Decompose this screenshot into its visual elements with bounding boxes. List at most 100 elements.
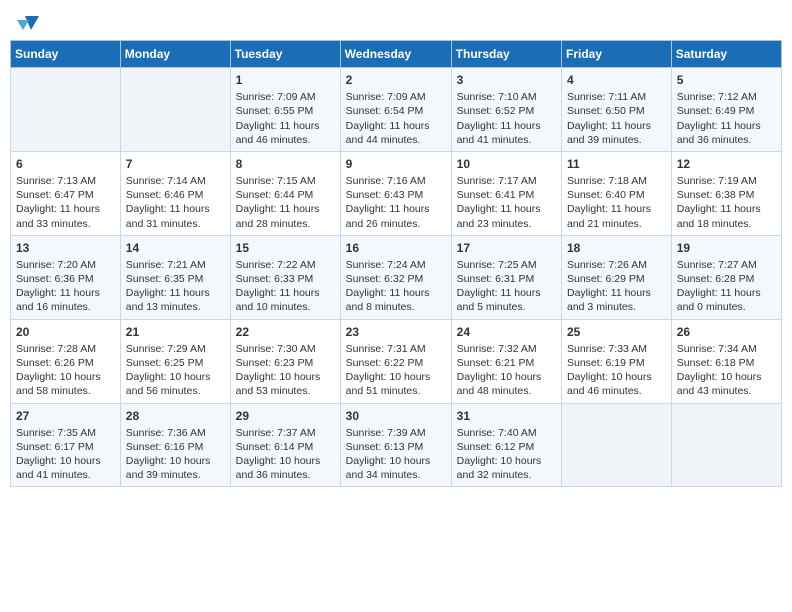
day-info: Sunrise: 7:27 AM Sunset: 6:28 PM Dayligh…	[677, 258, 776, 315]
day-number: 17	[457, 240, 556, 256]
calendar-header: SundayMondayTuesdayWednesdayThursdayFrid…	[11, 41, 782, 68]
calendar-cell: 11 Sunrise: 7:18 AM Sunset: 6:40 PM Dayli…	[562, 151, 672, 235]
calendar-cell: 2 Sunrise: 7:09 AM Sunset: 6:54 PM Daylig…	[340, 68, 451, 152]
day-number: 26	[677, 324, 776, 340]
calendar-cell: 9Sunrise: 7:16 AM Sunset: 6:43 PM Daylig…	[340, 151, 451, 235]
day-number: 8	[236, 156, 335, 172]
calendar-cell: 24 Sunrise: 7:32 AM Sunset: 6:21 PM Dayli…	[451, 319, 561, 403]
day-info: Sunrise: 7:34 AM Sunset: 6:18 PM Dayligh…	[677, 342, 776, 399]
calendar-cell: 19Sunrise: 7:27 AM Sunset: 6:28 PM Dayli…	[671, 235, 781, 319]
day-number: 23	[346, 324, 446, 340]
day-info: Sunrise: 7:36 AM Sunset: 6:16 PM Dayligh…	[126, 426, 225, 483]
day-number: 29	[236, 408, 335, 424]
day-info: Sunrise: 7:25 AM Sunset: 6:31 PM Dayligh…	[457, 258, 556, 315]
day-info: Sunrise: 7:32 AM Sunset: 6:21 PM Dayligh…	[457, 342, 556, 399]
calendar-body: 1 Sunrise: 7:09 AM Sunset: 6:55 PM Daylig…	[11, 68, 782, 487]
day-number: 5	[677, 72, 776, 88]
logo-icon	[17, 14, 39, 32]
day-info: Sunrise: 7:31 AM Sunset: 6:22 PM Dayligh…	[346, 342, 446, 399]
day-number: 1	[236, 72, 335, 88]
day-info: Sunrise: 7:20 AM Sunset: 6:36 PM Dayligh…	[16, 258, 115, 315]
calendar-cell: 13Sunrise: 7:20 AM Sunset: 6:36 PM Dayli…	[11, 235, 121, 319]
weekday-header: Saturday	[671, 41, 781, 68]
calendar-week-row: 27 Sunrise: 7:35 AM Sunset: 6:17 PM Dayli…	[11, 403, 782, 487]
day-info: Sunrise: 7:17 AM Sunset: 6:41 PM Dayligh…	[457, 174, 556, 231]
calendar-cell: 20Sunrise: 7:28 AM Sunset: 6:26 PM Dayli…	[11, 319, 121, 403]
day-number: 16	[346, 240, 446, 256]
day-info: Sunrise: 7:09 AM Sunset: 6:55 PM Dayligh…	[236, 90, 335, 147]
day-info: Sunrise: 7:37 AM Sunset: 6:14 PM Dayligh…	[236, 426, 335, 483]
day-info: Sunrise: 7:39 AM Sunset: 6:13 PM Dayligh…	[346, 426, 446, 483]
calendar-cell: 27 Sunrise: 7:35 AM Sunset: 6:17 PM Dayli…	[11, 403, 121, 487]
calendar-cell: 5 Sunrise: 7:12 AM Sunset: 6:49 PM Daylig…	[671, 68, 781, 152]
weekday-row: SundayMondayTuesdayWednesdayThursdayFrid…	[11, 41, 782, 68]
calendar-cell: 30Sunrise: 7:39 AM Sunset: 6:13 PM Dayli…	[340, 403, 451, 487]
calendar-cell: 31 Sunrise: 7:40 AM Sunset: 6:12 PM Dayli…	[451, 403, 561, 487]
day-number: 6	[16, 156, 115, 172]
day-info: Sunrise: 7:35 AM Sunset: 6:17 PM Dayligh…	[16, 426, 115, 483]
calendar-cell: 25 Sunrise: 7:33 AM Sunset: 6:19 PM Dayli…	[562, 319, 672, 403]
day-info: Sunrise: 7:09 AM Sunset: 6:54 PM Dayligh…	[346, 90, 446, 147]
calendar-cell: 10 Sunrise: 7:17 AM Sunset: 6:41 PM Dayli…	[451, 151, 561, 235]
page-header	[10, 10, 782, 32]
day-number: 12	[677, 156, 776, 172]
calendar-cell	[120, 68, 230, 152]
day-number: 10	[457, 156, 556, 172]
day-info: Sunrise: 7:11 AM Sunset: 6:50 PM Dayligh…	[567, 90, 666, 147]
calendar-table: SundayMondayTuesdayWednesdayThursdayFrid…	[10, 40, 782, 487]
day-number: 31	[457, 408, 556, 424]
weekday-header: Friday	[562, 41, 672, 68]
calendar-cell: 8 Sunrise: 7:15 AM Sunset: 6:44 PM Daylig…	[230, 151, 340, 235]
calendar-cell: 16 Sunrise: 7:24 AM Sunset: 6:32 PM Dayli…	[340, 235, 451, 319]
calendar-week-row: 6 Sunrise: 7:13 AM Sunset: 6:47 PM Daylig…	[11, 151, 782, 235]
day-number: 24	[457, 324, 556, 340]
calendar-cell: 12Sunrise: 7:19 AM Sunset: 6:38 PM Dayli…	[671, 151, 781, 235]
calendar-cell: 29 Sunrise: 7:37 AM Sunset: 6:14 PM Dayli…	[230, 403, 340, 487]
calendar-cell: 1 Sunrise: 7:09 AM Sunset: 6:55 PM Daylig…	[230, 68, 340, 152]
calendar-cell: 15 Sunrise: 7:22 AM Sunset: 6:33 PM Dayli…	[230, 235, 340, 319]
day-info: Sunrise: 7:21 AM Sunset: 6:35 PM Dayligh…	[126, 258, 225, 315]
calendar-cell: 18Sunrise: 7:26 AM Sunset: 6:29 PM Dayli…	[562, 235, 672, 319]
calendar-cell: 28 Sunrise: 7:36 AM Sunset: 6:16 PM Dayli…	[120, 403, 230, 487]
day-info: Sunrise: 7:13 AM Sunset: 6:47 PM Dayligh…	[16, 174, 115, 231]
calendar-cell: 23 Sunrise: 7:31 AM Sunset: 6:22 PM Dayli…	[340, 319, 451, 403]
day-number: 21	[126, 324, 225, 340]
day-number: 2	[346, 72, 446, 88]
calendar-cell: 14 Sunrise: 7:21 AM Sunset: 6:35 PM Dayli…	[120, 235, 230, 319]
day-number: 27	[16, 408, 115, 424]
day-info: Sunrise: 7:12 AM Sunset: 6:49 PM Dayligh…	[677, 90, 776, 147]
day-number: 22	[236, 324, 335, 340]
calendar-cell	[671, 403, 781, 487]
day-info: Sunrise: 7:10 AM Sunset: 6:52 PM Dayligh…	[457, 90, 556, 147]
day-number: 18	[567, 240, 666, 256]
day-info: Sunrise: 7:28 AM Sunset: 6:26 PM Dayligh…	[16, 342, 115, 399]
day-number: 11	[567, 156, 666, 172]
weekday-header: Sunday	[11, 41, 121, 68]
calendar-cell: 22Sunrise: 7:30 AM Sunset: 6:23 PM Dayli…	[230, 319, 340, 403]
day-number: 28	[126, 408, 225, 424]
day-info: Sunrise: 7:33 AM Sunset: 6:19 PM Dayligh…	[567, 342, 666, 399]
day-info: Sunrise: 7:24 AM Sunset: 6:32 PM Dayligh…	[346, 258, 446, 315]
calendar-cell: 3Sunrise: 7:10 AM Sunset: 6:52 PM Daylig…	[451, 68, 561, 152]
calendar-week-row: 13Sunrise: 7:20 AM Sunset: 6:36 PM Dayli…	[11, 235, 782, 319]
day-number: 15	[236, 240, 335, 256]
calendar-cell: 7 Sunrise: 7:14 AM Sunset: 6:46 PM Daylig…	[120, 151, 230, 235]
day-number: 25	[567, 324, 666, 340]
calendar-cell: 4Sunrise: 7:11 AM Sunset: 6:50 PM Daylig…	[562, 68, 672, 152]
day-info: Sunrise: 7:18 AM Sunset: 6:40 PM Dayligh…	[567, 174, 666, 231]
weekday-header: Wednesday	[340, 41, 451, 68]
weekday-header: Tuesday	[230, 41, 340, 68]
calendar-cell: 17 Sunrise: 7:25 AM Sunset: 6:31 PM Dayli…	[451, 235, 561, 319]
day-info: Sunrise: 7:22 AM Sunset: 6:33 PM Dayligh…	[236, 258, 335, 315]
day-info: Sunrise: 7:29 AM Sunset: 6:25 PM Dayligh…	[126, 342, 225, 399]
day-info: Sunrise: 7:40 AM Sunset: 6:12 PM Dayligh…	[457, 426, 556, 483]
day-number: 14	[126, 240, 225, 256]
logo	[16, 14, 40, 28]
calendar-cell	[562, 403, 672, 487]
day-number: 9	[346, 156, 446, 172]
day-number: 7	[126, 156, 225, 172]
weekday-header: Thursday	[451, 41, 561, 68]
calendar-cell	[11, 68, 121, 152]
day-info: Sunrise: 7:14 AM Sunset: 6:46 PM Dayligh…	[126, 174, 225, 231]
day-info: Sunrise: 7:15 AM Sunset: 6:44 PM Dayligh…	[236, 174, 335, 231]
